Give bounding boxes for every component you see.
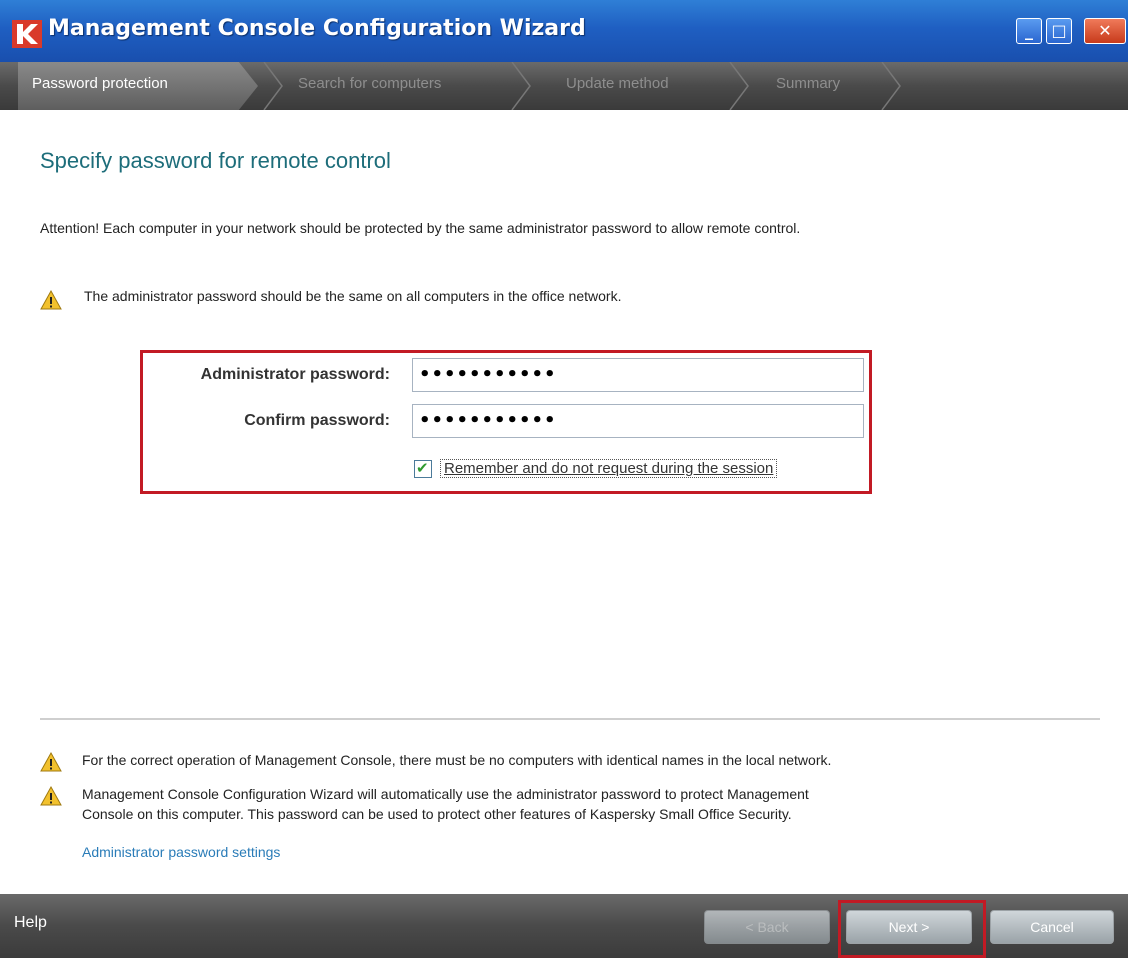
checkmark-icon: ✔	[416, 459, 429, 477]
cancel-button[interactable]: Cancel	[990, 910, 1114, 944]
step-password-protection: Password protection	[18, 62, 258, 110]
help-link[interactable]: Help	[14, 914, 47, 932]
maximize-icon: □	[1051, 21, 1067, 40]
warning-bottom-text-2-line-2: Console on this computer. This password …	[82, 806, 792, 822]
step-separator-icon	[511, 62, 531, 110]
warning-icon	[40, 290, 62, 310]
step-summary: Summary	[776, 75, 841, 92]
admin-password-field[interactable]: •••••••••••	[412, 358, 864, 392]
wizard-steps: Password protection Search for computers…	[0, 62, 1128, 110]
minimize-icon: _	[1025, 21, 1033, 40]
step-separator-icon	[263, 62, 283, 110]
admin-password-label: Administrator password:	[200, 366, 390, 383]
step-search-for-computers: Search for computers	[298, 75, 442, 92]
back-button[interactable]: < Back	[704, 910, 830, 944]
next-highlight-frame	[838, 900, 986, 958]
warning-icon	[40, 752, 62, 772]
close-button[interactable]: ✕	[1084, 18, 1126, 44]
remember-checkbox-label[interactable]: Remember and do not request during the s…	[440, 459, 778, 478]
attention-text: Attention! Each computer in your network…	[40, 220, 801, 236]
step-separator-icon	[729, 62, 749, 110]
confirm-password-field[interactable]: •••••••••••	[412, 404, 864, 438]
maximize-button[interactable]: □	[1046, 18, 1072, 44]
warning-top-text: The administrator password should be the…	[84, 288, 622, 304]
kaspersky-logo-icon	[12, 20, 42, 48]
warning-bottom-text-2-line-1: Management Console Configuration Wizard …	[82, 786, 809, 802]
administrator-password-settings-link[interactable]: Administrator password settings	[82, 844, 280, 860]
window-title: Management Console Configuration Wizard	[48, 16, 586, 41]
remember-checkbox[interactable]: ✔	[414, 459, 432, 478]
minimize-button[interactable]: _	[1016, 18, 1042, 44]
warning-bottom-text-1: For the correct operation of Management …	[82, 752, 832, 768]
divider	[40, 718, 1100, 720]
title-bar: Management Console Configuration Wizard …	[0, 0, 1128, 62]
page-heading: Specify password for remote control	[40, 148, 391, 173]
close-icon: ✕	[1098, 21, 1112, 40]
confirm-password-label: Confirm password:	[244, 412, 390, 429]
warning-icon	[40, 786, 62, 806]
step-separator-icon	[881, 62, 901, 110]
step-update-method: Update method	[566, 75, 669, 92]
